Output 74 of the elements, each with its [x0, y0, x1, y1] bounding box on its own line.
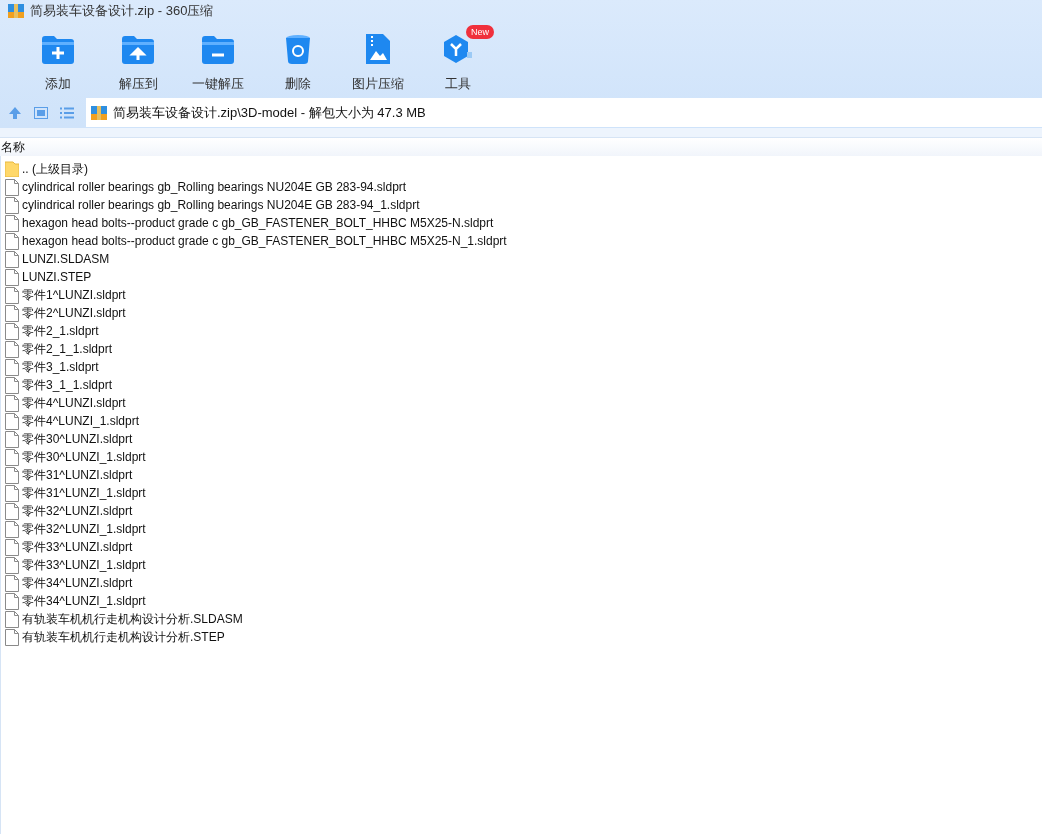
- file-name[interactable]: LUNZI.SLDASM: [22, 250, 110, 268]
- file-icon: [5, 448, 19, 466]
- file-icon: [5, 556, 19, 574]
- toolbar-button[interactable]: 添加: [18, 34, 98, 94]
- file-name[interactable]: hexagon head bolts--product grade c gb_GB_FASTENER_BOLT_HHBC M5X25-N.sldprt: [22, 214, 494, 232]
- recycle-bin-icon: [285, 34, 311, 64]
- file-name[interactable]: LUNZI.STEP: [22, 268, 92, 286]
- archive-icon: [91, 105, 107, 120]
- file-name[interactable]: 零件34^LUNZI_1.sldprt: [22, 592, 146, 610]
- file-icon: [5, 394, 19, 412]
- file-icon: [5, 196, 19, 214]
- file-icon: [5, 538, 19, 556]
- folder-plus-icon: [42, 36, 74, 64]
- file-name[interactable]: 零件4^LUNZI.sldprt: [22, 394, 126, 412]
- up-arrow-icon[interactable]: [8, 105, 22, 120]
- file-icon: [5, 466, 19, 484]
- thumbnail-view-icon[interactable]: [34, 106, 48, 119]
- file-icon: [5, 214, 19, 232]
- file-name[interactable]: hexagon head bolts--product grade c gb_GB_FASTENER_BOLT_HHBC M5X25-N_1.sldprt: [22, 232, 507, 250]
- list-view-icon[interactable]: [60, 106, 74, 119]
- file-name[interactable]: cylindrical roller bearings gb_Rolling bearings NU204E GB 283-94.sldprt: [22, 178, 407, 196]
- file-icon: [5, 520, 19, 538]
- file-name[interactable]: .. (上级目录): [22, 160, 88, 178]
- folder-icon: [5, 161, 19, 177]
- file-name[interactable]: 有轨装车机机行走机构设计分析.STEP: [22, 628, 225, 646]
- file-name[interactable]: 零件33^LUNZI.sldprt: [22, 538, 133, 556]
- file-name[interactable]: 零件32^LUNZI.sldprt: [22, 502, 133, 520]
- cube-icon: [443, 34, 473, 64]
- file-icon: [5, 304, 19, 322]
- archive-icon: [8, 4, 24, 18]
- file-name[interactable]: 零件30^LUNZI.sldprt: [22, 430, 133, 448]
- file-icon: [5, 286, 19, 304]
- file-name[interactable]: cylindrical roller bearings gb_Rolling bearings NU204E GB 283-94_1.sldprt: [22, 196, 420, 214]
- file-name[interactable]: 零件30^LUNZI_1.sldprt: [22, 448, 146, 466]
- file-name[interactable]: 零件2^LUNZI.sldprt: [22, 304, 126, 322]
- file-icon: [5, 412, 19, 430]
- file-icon: [5, 268, 19, 286]
- folder-upload-icon: [122, 36, 154, 64]
- toolbar-button[interactable]: 一键解压: [178, 34, 258, 94]
- file-name[interactable]: 零件32^LUNZI_1.sldprt: [22, 520, 146, 538]
- file-icon: [5, 574, 19, 592]
- file-name[interactable]: 零件31^LUNZI_1.sldprt: [22, 484, 146, 502]
- new-badge: New: [466, 25, 494, 39]
- file-name[interactable]: 零件33^LUNZI_1.sldprt: [22, 556, 146, 574]
- address-bar[interactable]: 简易装车设备设计.zip\3D-model - 解包大小为 47.3 MB: [86, 98, 1042, 127]
- toolbar-button[interactable]: 图片压缩: [338, 34, 418, 94]
- file-name[interactable]: 零件34^LUNZI.sldprt: [22, 574, 133, 592]
- file-name[interactable]: 有轨装车机机行走机构设计分析.SLDASM: [22, 610, 243, 628]
- file-icon: [5, 250, 19, 268]
- file-icon: [5, 502, 19, 520]
- file-icon: [5, 232, 19, 250]
- file-icon: [5, 340, 19, 358]
- file-name[interactable]: 零件31^LUNZI.sldprt: [22, 466, 133, 484]
- file-icon: [5, 178, 19, 196]
- file-icon: [5, 592, 19, 610]
- file-name[interactable]: 零件1^LUNZI.sldprt: [22, 286, 126, 304]
- toolbar-button[interactable]: 删除: [258, 34, 338, 94]
- toolbar-button[interactable]: 解压到: [98, 34, 178, 94]
- file-name[interactable]: 零件4^LUNZI_1.sldprt: [22, 412, 139, 430]
- file-name[interactable]: 零件3_1.sldprt: [22, 358, 99, 376]
- file-icon: [5, 610, 19, 628]
- column-header[interactable]: 名称: [0, 138, 26, 156]
- file-icon: [5, 484, 19, 502]
- file-icon: [5, 376, 19, 394]
- file-name[interactable]: 零件2_1_1.sldprt: [22, 340, 113, 358]
- file-icon: [5, 358, 19, 376]
- file-icon: [5, 430, 19, 448]
- file-icon: [5, 628, 19, 646]
- image-file-icon: [366, 34, 390, 64]
- file-icon: [5, 322, 19, 340]
- file-name[interactable]: 零件3_1_1.sldprt: [22, 376, 113, 394]
- folder-minus-icon: [202, 36, 234, 64]
- file-name[interactable]: 零件2_1.sldprt: [22, 322, 99, 340]
- window-title: 简易装车设备设计.zip - 360压缩: [30, 2, 214, 21]
